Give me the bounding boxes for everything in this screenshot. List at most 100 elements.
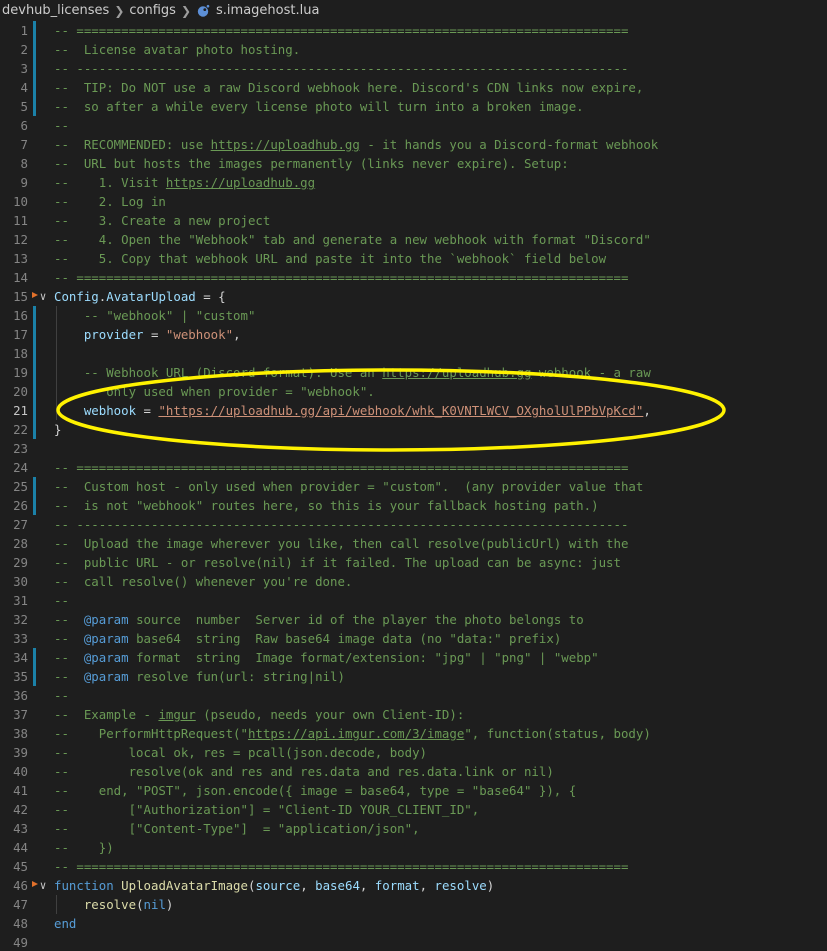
- code-line[interactable]: 49: [0, 933, 827, 951]
- code-line[interactable]: 33 -- @param base64 string Raw base64 ima…: [0, 629, 827, 648]
- change-gutter-marker[interactable]: [33, 648, 36, 667]
- change-gutter-marker[interactable]: [33, 306, 36, 325]
- code-line[interactable]: 13 -- 5. Copy that webhook URL and paste …: [0, 249, 827, 268]
- change-gutter-marker[interactable]: [33, 78, 36, 97]
- code-line[interactable]: 34 -- @param format string Image format/e…: [0, 648, 827, 667]
- fold-chevron-icon[interactable]: ∨: [36, 287, 50, 306]
- code-line[interactable]: 9 -- 1. Visit https://uploadhub.gg: [0, 173, 827, 192]
- code-line[interactable]: 40 -- resolve(ok and res and res.data and…: [0, 762, 827, 781]
- code-line[interactable]: 6 --: [0, 116, 827, 135]
- code-link[interactable]: "https://uploadhub.gg/api/webhook/whk_K0…: [158, 403, 643, 418]
- code-line[interactable]: 3 -- ------------------------------------…: [0, 59, 827, 78]
- code-line[interactable]: 31 --: [0, 591, 827, 610]
- change-gutter-marker[interactable]: [33, 838, 36, 857]
- change-gutter-marker[interactable]: [33, 116, 36, 135]
- code-line[interactable]: 7 -- RECOMMENDED: use https://uploadhub.g…: [0, 135, 827, 154]
- code-line[interactable]: 38 -- PerformHttpRequest("https://api.img…: [0, 724, 827, 743]
- change-gutter-marker[interactable]: [33, 610, 36, 629]
- change-gutter-marker[interactable]: [33, 553, 36, 572]
- change-gutter-marker[interactable]: [33, 249, 36, 268]
- change-gutter-marker[interactable]: [33, 572, 36, 591]
- code-line[interactable]: 32 -- @param source number Server id of t…: [0, 610, 827, 629]
- code-line[interactable]: 29 -- public URL - or resolve(nil) if it …: [0, 553, 827, 572]
- code-line[interactable]: 23: [0, 439, 827, 458]
- code-line[interactable]: 22}: [0, 420, 827, 439]
- code-editor[interactable]: 1 -- ====================================…: [0, 21, 827, 951]
- code-link[interactable]: https://uploadhub.gg: [166, 175, 315, 190]
- change-gutter-marker[interactable]: [33, 914, 36, 933]
- code-line[interactable]: 16 -- "webhook" | "custom": [0, 306, 827, 325]
- code-line[interactable]: 35 -- @param resolve fun(url: string|nil): [0, 667, 827, 686]
- code-line[interactable]: 2 -- License avatar photo hosting.: [0, 40, 827, 59]
- change-gutter-marker[interactable]: [33, 629, 36, 648]
- code-line[interactable]: 21 webhook = "https://uploadhub.gg/api/w…: [0, 401, 827, 420]
- code-line[interactable]: 10 -- 2. Log in: [0, 192, 827, 211]
- breadcrumb-folder-root[interactable]: devhub_licenses: [0, 3, 111, 18]
- code-line[interactable]: 17 provider = "webhook",: [0, 325, 827, 344]
- change-gutter-marker[interactable]: [33, 705, 36, 724]
- change-gutter-marker[interactable]: [33, 800, 36, 819]
- code-line[interactable]: 14 -- ===================================…: [0, 268, 827, 287]
- change-gutter-marker[interactable]: [33, 477, 36, 496]
- change-gutter-marker[interactable]: [33, 192, 36, 211]
- code-line[interactable]: 1 -- ====================================…: [0, 21, 827, 40]
- change-gutter-marker[interactable]: [33, 686, 36, 705]
- change-gutter-marker[interactable]: [33, 363, 36, 382]
- change-gutter-marker[interactable]: [33, 173, 36, 192]
- code-line[interactable]: 48 end: [0, 914, 827, 933]
- code-line[interactable]: 20 -- only used when provider = "webhook…: [0, 382, 827, 401]
- change-gutter-marker[interactable]: [33, 515, 36, 534]
- code-line[interactable]: 5 -- so after a while every license photo…: [0, 97, 827, 116]
- code-line[interactable]: 42 -- ["Authorization"] = "Client-ID YOUR…: [0, 800, 827, 819]
- change-gutter-marker[interactable]: [33, 439, 36, 458]
- change-gutter-marker[interactable]: [33, 325, 36, 344]
- code-link[interactable]: https://uploadhub.gg: [382, 365, 531, 380]
- code-link[interactable]: https://api.imgur.com/3/image: [248, 726, 464, 741]
- code-line[interactable]: 27 -- -----------------------------------…: [0, 515, 827, 534]
- code-line[interactable]: 25 -- Custom host - only used when provid…: [0, 477, 827, 496]
- code-line[interactable]: 47 resolve(nil): [0, 895, 827, 914]
- change-gutter-marker[interactable]: [33, 667, 36, 686]
- code-line[interactable]: 41 -- end, "POST", json.encode({ image = …: [0, 781, 827, 800]
- change-gutter-marker[interactable]: [33, 724, 36, 743]
- code-line[interactable]: 44 -- }): [0, 838, 827, 857]
- change-gutter-marker[interactable]: [33, 59, 36, 78]
- code-line[interactable]: 15 ∨ Config.AvatarUpload = {: [0, 287, 827, 306]
- change-gutter-marker[interactable]: [33, 762, 36, 781]
- code-line[interactable]: 39 -- local ok, res = pcall(json.decode, …: [0, 743, 827, 762]
- change-gutter-marker[interactable]: [33, 344, 36, 363]
- code-line[interactable]: 37 -- Example - imgur (pseudo, needs your…: [0, 705, 827, 724]
- change-gutter-marker[interactable]: [33, 21, 36, 40]
- change-gutter-marker[interactable]: [33, 895, 36, 914]
- change-gutter-marker[interactable]: [33, 496, 36, 515]
- change-gutter-marker[interactable]: [33, 819, 36, 838]
- change-gutter-marker[interactable]: [33, 743, 36, 762]
- change-gutter-marker[interactable]: [33, 933, 36, 951]
- breadcrumb-folder-configs[interactable]: configs: [127, 3, 178, 18]
- change-gutter-marker[interactable]: [33, 458, 36, 477]
- change-gutter-marker[interactable]: [33, 591, 36, 610]
- code-line[interactable]: 12 -- 4. Open the "Webhook" tab and gener…: [0, 230, 827, 249]
- code-line[interactable]: 24 -- ===================================…: [0, 458, 827, 477]
- code-line[interactable]: 28 -- Upload the image wherever you like,…: [0, 534, 827, 553]
- change-gutter-marker[interactable]: [33, 40, 36, 59]
- code-line[interactable]: 45 -- ===================================…: [0, 857, 827, 876]
- code-line[interactable]: 36 --: [0, 686, 827, 705]
- change-gutter-marker[interactable]: [33, 420, 36, 439]
- change-gutter-marker[interactable]: [33, 230, 36, 249]
- code-line[interactable]: 18: [0, 344, 827, 363]
- change-gutter-marker[interactable]: [33, 135, 36, 154]
- change-gutter-marker[interactable]: [33, 401, 36, 420]
- code-line[interactable]: 8 -- URL but hosts the images permanently…: [0, 154, 827, 173]
- code-line[interactable]: 43 -- ["Content-Type"] = "application/jso…: [0, 819, 827, 838]
- code-line[interactable]: 46 ∨ function UploadAvatarImage(source, ba…: [0, 876, 827, 895]
- change-gutter-marker[interactable]: [33, 781, 36, 800]
- change-gutter-marker[interactable]: [33, 97, 36, 116]
- code-line[interactable]: 30 -- call resolve() whenever you're done…: [0, 572, 827, 591]
- fold-chevron-icon[interactable]: ∨: [36, 876, 50, 895]
- code-line[interactable]: 19 -- Webhook URL (Discord format). Use …: [0, 363, 827, 382]
- code-line[interactable]: 4 -- TIP: Do NOT use a raw Discord webhoo…: [0, 78, 827, 97]
- code-link[interactable]: https://uploadhub.gg: [211, 137, 360, 152]
- code-line[interactable]: 26 -- is not "webhook" routes here, so th…: [0, 496, 827, 515]
- change-gutter-marker[interactable]: [33, 211, 36, 230]
